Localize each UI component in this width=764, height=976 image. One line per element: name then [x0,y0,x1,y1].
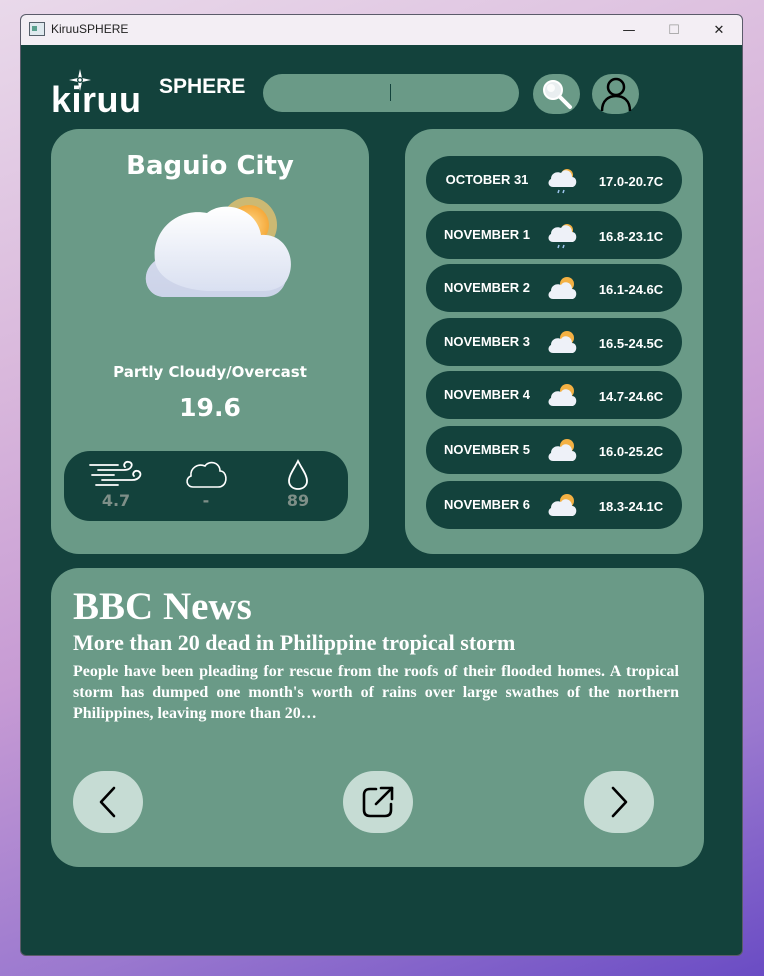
search-input[interactable] [263,74,519,112]
open-article-button[interactable] [343,771,413,833]
cloud-value: - [202,491,210,510]
cloud-sun-icon [548,277,577,299]
forecast-row[interactable]: NOVEMBER 4 14.7-24.6C [426,371,682,419]
humidity-stat: 89 [268,457,328,517]
forecast-row[interactable]: NOVEMBER 3 16.5-24.5C [426,318,682,366]
previous-article-button[interactable] [73,771,143,833]
minimize-button[interactable]: — [606,15,652,45]
forecast-range: 16.8-23.1C [598,229,664,244]
current-weather-card: Baguio City Partly Cloudy/Overcast 19.6 [51,129,369,554]
user-icon [600,77,631,112]
wind-icon [89,460,142,486]
chevron-right-icon [611,786,628,818]
logo-superscript: SPHERE [159,75,246,98]
forecast-date: NOVEMBER 3 [444,334,530,349]
forecast-range: 14.7-24.6C [598,389,664,404]
weather-stats-bar: 4.7 - 89 [64,451,348,521]
forecast-row[interactable]: NOVEMBER 1 16.8-23.1C [426,211,682,259]
title-bar: KiruuSPHERE — ☐ ✕ [21,15,742,45]
droplet-icon [288,459,308,490]
news-headline[interactable]: More than 20 dead in Philippine tropical… [73,630,515,656]
humidity-value: 89 [286,491,310,510]
magnifier-icon [542,80,572,109]
logo-text: kiruu [51,79,142,120]
app-icon [29,22,45,36]
news-card: BBC News More than 20 dead in Philippine… [51,568,704,867]
forecast-row[interactable]: NOVEMBER 6 18.3-24.1C [426,481,682,529]
external-link-icon [362,786,394,818]
forecast-date: NOVEMBER 2 [444,280,530,295]
forecast-range: 18.3-24.1C [598,499,664,514]
forecast-range: 16.5-24.5C [598,336,664,351]
cloud-sun-rain-icon [548,169,577,194]
maximize-button[interactable]: ☐ [651,15,697,45]
cloud-icon [186,461,227,488]
forecast-date: NOVEMBER 6 [444,497,530,512]
forecast-date: NOVEMBER 1 [444,227,530,242]
forecast-range: 16.0-25.2C [598,444,664,459]
app-logo: kiruu SPHERE [51,69,251,121]
news-summary: People have been pleading for rescue fro… [73,663,679,722]
city-name: Baguio City [126,151,294,181]
forecast-date: NOVEMBER 5 [444,442,530,457]
cloud-sun-icon [548,331,577,353]
chevron-left-icon [99,786,116,818]
window-title: KiruuSPHERE [51,22,129,36]
partly-cloudy-icon [145,197,291,297]
news-source: BBC News [73,585,252,628]
weather-condition: Partly Cloudy/Overcast [113,363,307,381]
cloud-sun-rain-icon [548,224,577,249]
cloud-sun-icon [548,439,577,461]
close-button[interactable]: ✕ [696,15,742,45]
forecast-date: NOVEMBER 4 [444,387,530,402]
app-window: KiruuSPHERE — ☐ ✕ kiruu SPHERE Baguio Ci… [20,14,743,956]
wind-value: 4.7 [101,491,131,510]
cloud-sun-icon [548,494,577,516]
search-button[interactable] [533,74,580,114]
forecast-row[interactable]: OCTOBER 31 17.0-20.7C [426,156,682,204]
cloud-stat: - [176,457,236,517]
forecast-card: OCTOBER 31 17.0-20.7C NOVEMBER 1 16.8-23… [405,129,703,554]
user-profile-button[interactable] [592,74,639,114]
current-temperature: 19.6 [179,393,241,422]
wind-stat: 4.7 [86,457,146,517]
forecast-range: 17.0-20.7C [598,174,664,189]
forecast-row[interactable]: NOVEMBER 5 16.0-25.2C [426,426,682,474]
forecast-range: 16.1-24.6C [598,282,664,297]
cloud-sun-icon [548,384,577,406]
forecast-row[interactable]: NOVEMBER 2 16.1-24.6C [426,264,682,312]
text-caret [390,84,391,101]
next-article-button[interactable] [584,771,654,833]
forecast-date: OCTOBER 31 [445,172,529,187]
